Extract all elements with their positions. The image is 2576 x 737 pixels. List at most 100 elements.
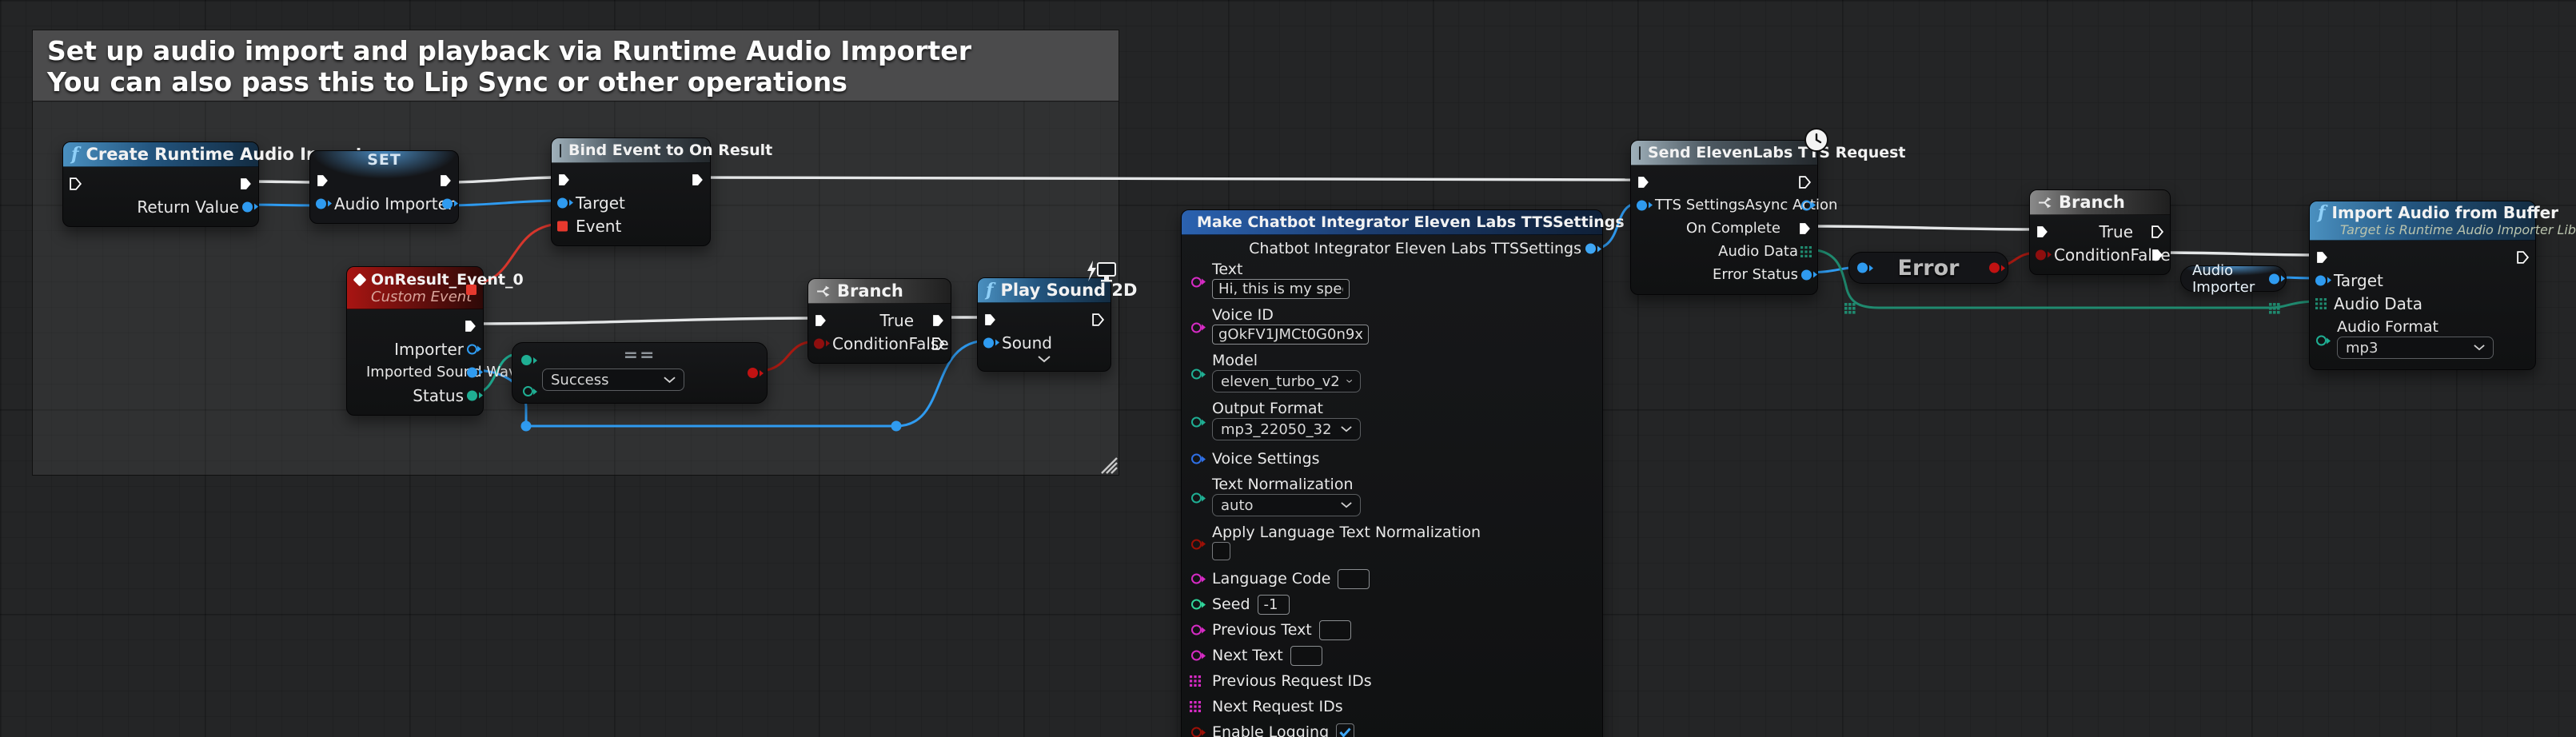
audio-importer-out-pin[interactable] — [442, 198, 453, 209]
text-normalization-pin[interactable] — [1191, 493, 1202, 504]
equal-output-pin[interactable] — [748, 368, 758, 378]
text-field[interactable] — [1212, 279, 1350, 299]
node-set-audio-importer[interactable]: SET Audio Importer — [309, 150, 459, 224]
async-action-pin[interactable] — [1801, 200, 1812, 210]
node-error-getter[interactable]: Error — [1848, 252, 2008, 284]
enable-logging-checkbox[interactable] — [1336, 723, 1354, 737]
event-delegate-pin[interactable] — [557, 221, 568, 231]
comment-header[interactable]: Set up audio import and playback via Run… — [32, 30, 1119, 102]
previous-text-field[interactable] — [1319, 620, 1351, 640]
error-output-pin[interactable] — [1989, 263, 2000, 273]
node-bind-event-to-on-result[interactable]: Bind Event to On Result Target Event — [551, 137, 711, 246]
exec-out-pin[interactable] — [1091, 313, 1105, 326]
exec-out-pin[interactable] — [691, 173, 704, 186]
target-pin[interactable] — [557, 197, 568, 208]
return-value-pin[interactable] — [242, 201, 253, 212]
node-header[interactable]: Send ElevenLabs TTS Request — [1631, 141, 1817, 165]
false-exec-pin[interactable] — [2151, 248, 2164, 261]
previous-request-ids-array-pin[interactable] — [1190, 675, 1201, 687]
tts-settings-pin[interactable] — [1637, 200, 1647, 210]
on-complete-exec-pin[interactable] — [1798, 221, 1812, 235]
previous-text-pin[interactable] — [1191, 625, 1202, 635]
target-pin[interactable] — [2315, 275, 2326, 285]
node-make-tts-settings[interactable]: Make Chatbot Integrator Eleven Labs TTSS… — [1181, 209, 1603, 737]
exec-in-pin[interactable] — [316, 173, 329, 187]
exec-in-pin[interactable] — [69, 177, 82, 190]
node-audio-importer-getter[interactable]: Audio Importer — [2180, 265, 2287, 292]
output-format-pin[interactable] — [1191, 417, 1202, 428]
true-exec-pin[interactable] — [2151, 225, 2164, 238]
status-pin[interactable] — [467, 390, 477, 400]
exec-out-pin[interactable] — [239, 177, 253, 190]
voice-settings-pin[interactable] — [1191, 454, 1202, 464]
output-struct-pin[interactable] — [1585, 244, 1596, 254]
exec-out-pin[interactable] — [1798, 175, 1812, 189]
node-send-elevenlabs-tts-request[interactable]: Send ElevenLabs TTS Request TTS Settings… — [1630, 140, 1818, 295]
next-request-ids-array-pin[interactable] — [1190, 701, 1201, 712]
exec-in-pin[interactable] — [1637, 175, 1650, 189]
node-play-sound-2d[interactable]: f Play Sound 2D Sound — [977, 277, 1111, 372]
output-delegate-pin[interactable] — [466, 285, 477, 295]
exec-in-pin[interactable] — [2036, 225, 2049, 238]
exec-out-pin[interactable] — [464, 319, 477, 333]
node-branch-2[interactable]: Branch True Condition False — [2029, 189, 2171, 275]
voice-id-pin[interactable] — [1191, 322, 1202, 333]
importer-pin[interactable] — [467, 344, 477, 354]
exec-in-pin[interactable] — [557, 173, 571, 186]
node-header[interactable]: Branch — [808, 279, 951, 304]
reroute-node-audiodata-1[interactable] — [1844, 303, 1856, 314]
node-create-runtime-audio-importer[interactable]: f Create Runtime Audio Importer Return V… — [62, 141, 259, 227]
expand-node-button[interactable] — [978, 354, 1111, 368]
equal-input-a-pin[interactable] — [521, 355, 532, 365]
node-header[interactable]: f Create Runtime Audio Importer — [63, 142, 258, 167]
node-header[interactable]: Bind Event to On Result — [552, 138, 710, 163]
seed-field[interactable] — [1258, 595, 1290, 615]
exec-in-pin[interactable] — [983, 313, 997, 326]
model-pin[interactable] — [1191, 369, 1202, 380]
exec-in-pin[interactable] — [814, 313, 827, 327]
sound-pin[interactable] — [983, 337, 994, 348]
seed-pin[interactable] — [1191, 600, 1202, 610]
apply-lang-checkbox[interactable] — [1212, 542, 1230, 560]
comment-resize-handle[interactable] — [1095, 452, 1118, 474]
error-status-pin[interactable] — [1801, 269, 1812, 280]
audio-data-array-pin[interactable] — [1800, 246, 1812, 257]
node-header[interactable]: f Import Audio from Buffer Target is Run… — [2310, 201, 2535, 241]
condition-pin[interactable] — [814, 338, 824, 349]
node-onresult-custom-event[interactable]: OnResult_Event_0 Custom Event Importer I… — [346, 266, 484, 416]
apply-lang-pin[interactable] — [1191, 539, 1202, 549]
next-text-field[interactable] — [1290, 646, 1322, 666]
equal-value-dropdown[interactable]: Success — [542, 368, 684, 391]
next-text-pin[interactable] — [1191, 651, 1202, 661]
output-format-dropdown[interactable]: mp3_22050_32 — [1212, 418, 1361, 440]
text-pin[interactable] — [1191, 277, 1202, 287]
node-header[interactable]: OnResult_Event_0 Custom Event — [347, 267, 483, 309]
model-dropdown[interactable]: eleven_turbo_v2 — [1212, 370, 1361, 392]
exec-out-pin[interactable] — [2516, 250, 2530, 264]
audio-format-dropdown[interactable]: mp3 — [2337, 337, 2494, 359]
set-header[interactable]: SET — [310, 151, 458, 169]
true-exec-pin[interactable] — [931, 313, 945, 327]
graph-canvas[interactable]: Set up audio import and playback via Run… — [0, 0, 2576, 737]
language-code-field[interactable] — [1338, 569, 1370, 589]
audio-format-pin[interactable] — [2316, 336, 2327, 346]
exec-out-pin[interactable] — [439, 173, 453, 187]
node-header[interactable]: Branch — [2030, 190, 2170, 215]
enable-logging-pin[interactable] — [1191, 727, 1202, 737]
node-branch-1[interactable]: Branch True Condition False — [807, 278, 951, 364]
condition-pin[interactable] — [2036, 249, 2046, 260]
imported-sound-wave-pin[interactable] — [467, 367, 477, 377]
getter-output-pin[interactable] — [2269, 273, 2279, 284]
language-code-pin[interactable] — [1191, 574, 1202, 584]
voice-id-field[interactable] — [1212, 325, 1369, 345]
audio-data-array-pin[interactable] — [2315, 298, 2327, 309]
reroute-node-audiodata-2[interactable] — [2269, 303, 2280, 314]
false-exec-pin[interactable] — [931, 337, 945, 350]
node-import-audio-from-buffer[interactable]: f Import Audio from Buffer Target is Run… — [2309, 201, 2536, 370]
node-header[interactable]: Make Chatbot Integrator Eleven Labs TTSS… — [1182, 210, 1602, 235]
audio-importer-in-pin[interactable] — [316, 198, 326, 209]
equal-input-b-pin[interactable] — [523, 386, 533, 396]
text-normalization-dropdown[interactable]: auto — [1212, 494, 1361, 516]
exec-in-pin[interactable] — [2315, 250, 2329, 264]
node-equal-enum[interactable]: == Success — [512, 342, 768, 404]
